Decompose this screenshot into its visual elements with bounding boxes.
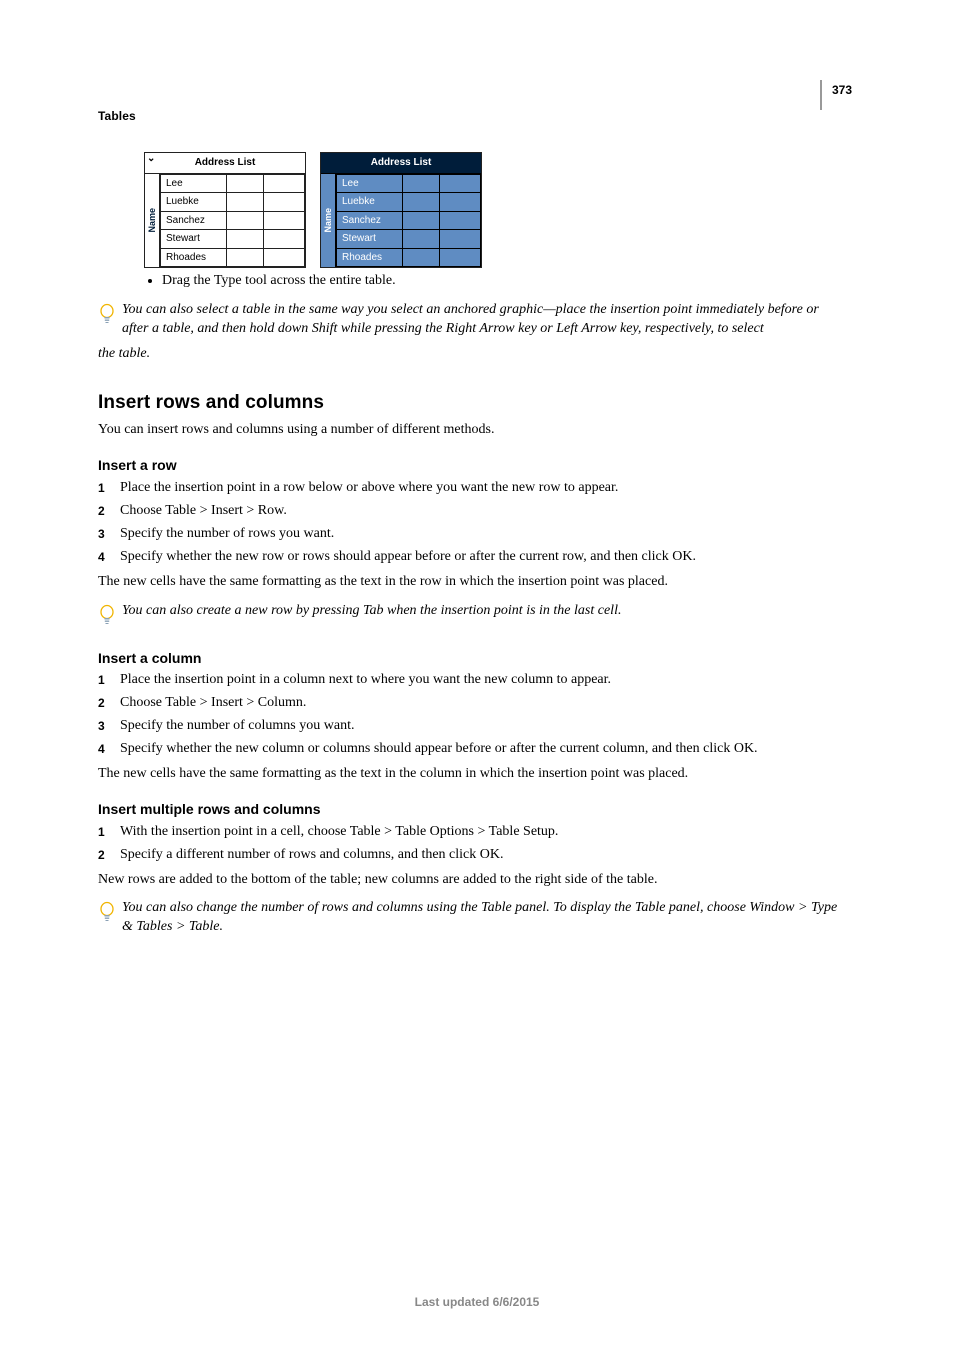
steps-insert-row: 1Place the insertion point in a row belo… [98,479,844,567]
row-header-name: Name [321,174,336,268]
step-text: Choose Table > Insert > Row. [120,502,844,521]
step-text: Specify a different number of rows and c… [120,846,844,865]
table-cell: Lee [161,174,227,193]
page-number: 373 [832,82,852,98]
address-list-title: Address List [195,157,256,168]
body-text: You can insert rows and columns using a … [98,421,844,440]
heading-insert-multiple: Insert multiple rows and columns [98,800,844,819]
step-text: Place the insertion point in a column ne… [120,671,844,690]
body-text: New rows are added to the bottom of the … [98,871,844,890]
step-text: Choose Table > Insert > Column. [120,694,844,713]
step-number: 1 [98,672,120,688]
lightbulb-icon [98,303,116,332]
page-number-box: 373 [820,80,852,110]
step-number: 3 [98,526,120,542]
step-text: With the insertion point in a cell, choo… [120,823,844,842]
bullet-list: Drag the Type tool across the entire tab… [162,272,844,291]
heading-insert-rows-columns: Insert rows and columns [98,390,844,416]
step-number: 2 [98,695,120,711]
chevron-down-icon: ⌄ [147,152,155,166]
address-list-table-unselected: ⌄ Address List Name Lee Luebke Sanchez S… [144,152,306,268]
table-cell: Stewart [337,230,403,249]
tip-text: You can also select a table in the same … [122,302,803,317]
step-number: 4 [98,549,120,565]
step-text: Specify whether the new row or rows shou… [120,548,844,567]
step-text: Specify the number of rows you want. [120,525,844,544]
step-text: Specify whether the new column or column… [120,740,844,759]
table-cell: Sanchez [161,211,227,230]
table-cell: Rhoades [337,248,403,267]
steps-insert-multiple: 1With the insertion point in a cell, cho… [98,823,844,865]
table-cell: Rhoades [161,248,227,267]
body-text: The new cells have the same formatting a… [98,765,844,784]
heading-insert-row: Insert a row [98,456,844,475]
heading-insert-column: Insert a column [98,649,844,668]
step-number: 4 [98,741,120,757]
address-list-title: Address List [371,157,432,168]
row-header-name: Name [145,174,160,268]
step-text: Specify the number of columns you want. [120,717,844,736]
tip-text-cont: the table. [98,345,844,364]
tip-select-table: You can also select a table in the same … [98,301,844,339]
table-cell: Sanchez [337,211,403,230]
figure-address-list: ⌄ Address List Name Lee Luebke Sanchez S… [144,152,844,268]
page-footer: Last updated 6/6/2015 [0,1294,954,1310]
table-cell: Luebke [337,193,403,212]
tip-text: You can also create a new row by pressin… [122,602,621,621]
step-number: 1 [98,480,120,496]
tip-table-panel: You can also change the number of rows a… [98,899,844,937]
page-number-rule [820,80,822,110]
running-header: Tables [98,108,844,124]
tip-new-row-tab: You can also create a new row by pressin… [98,602,844,633]
table-cell: Stewart [161,230,227,249]
address-list-table-selected: Address List Name Lee Luebke Sanchez Ste… [320,152,482,268]
body-text: The new cells have the same formatting a… [98,573,844,592]
step-number: 1 [98,824,120,840]
lightbulb-icon [98,604,116,633]
table-cell: Luebke [161,193,227,212]
step-number: 2 [98,847,120,863]
table-cell: Lee [337,174,403,193]
steps-insert-column: 1Place the insertion point in a column n… [98,671,844,759]
step-number: 3 [98,718,120,734]
lightbulb-icon [98,901,116,930]
list-item: Drag the Type tool across the entire tab… [162,272,844,291]
address-rows-table: Lee Luebke Sanchez Stewart Rhoades [336,174,481,268]
tip-text: You can also change the number of rows a… [122,900,795,915]
address-rows-table: Lee Luebke Sanchez Stewart Rhoades [160,174,305,268]
step-number: 2 [98,503,120,519]
step-text: Place the insertion point in a row below… [120,479,844,498]
